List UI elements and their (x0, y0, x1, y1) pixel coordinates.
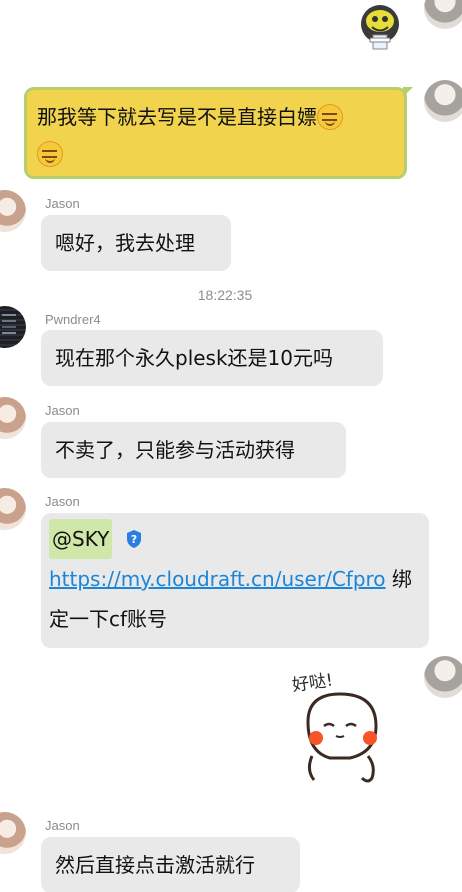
cartoon-sticker[interactable]: 好哒! (284, 660, 410, 788)
message-bubble[interactable]: 不卖了，只能参与活动获得 (41, 422, 346, 478)
message-bubble-self[interactable]: 那我等下就去写是不是直接白嫖 (24, 87, 413, 179)
message-bubble[interactable]: 然后直接点击激活就行 (41, 837, 300, 892)
smirk-emoji-icon (317, 104, 343, 130)
url-link[interactable]: https://my.cloudraft.cn/user/Cfpro (49, 567, 386, 591)
message-bubble[interactable]: 嗯好，我去处理 (41, 215, 231, 271)
message-text: 现在那个永久plesk还是10元吗 (55, 346, 334, 370)
sender-name: Jason (45, 403, 80, 418)
chat-window: 那我等下就去写是不是直接白嫖 Jason 嗯好，我去处理 18:22:35 Pw… (0, 0, 462, 892)
avatar-self[interactable] (424, 0, 462, 29)
message-bubble[interactable]: 现在那个永久plesk还是10元吗 (41, 330, 383, 386)
message-text: 然后直接点击激活就行 (55, 853, 255, 877)
message-bubble[interactable]: @SKY ? https://my.cloudraft.cn/user/Cfpr… (41, 513, 429, 648)
svg-text:?: ? (130, 533, 136, 546)
cartoon-sticker[interactable] (352, 0, 408, 56)
message-text: 不卖了，只能参与活动获得 (55, 438, 295, 462)
sender-name: Pwndrer4 (45, 312, 101, 327)
sticker-caption: 好哒! (291, 670, 334, 695)
message-text: 嗯好，我去处理 (55, 231, 195, 255)
avatar-self[interactable] (424, 656, 462, 698)
message-timestamp: 18:22:35 (197, 287, 253, 303)
message-text: 那我等下就去写是不是直接白嫖 (37, 105, 317, 129)
shield-badge-icon: ? (126, 530, 141, 548)
sender-name: Jason (45, 196, 80, 211)
avatar-jason[interactable] (0, 397, 26, 439)
avatar-jason[interactable] (0, 488, 26, 530)
mention-tag[interactable]: @SKY (49, 519, 113, 559)
smirk-emoji-icon (37, 141, 63, 167)
sender-name: Jason (45, 494, 80, 509)
avatar-jason[interactable] (0, 190, 26, 232)
avatar-self[interactable] (424, 80, 462, 122)
sender-name: Jason (45, 818, 80, 833)
avatar-pwndrer4[interactable] (0, 306, 26, 348)
avatar-jason[interactable] (0, 812, 26, 854)
